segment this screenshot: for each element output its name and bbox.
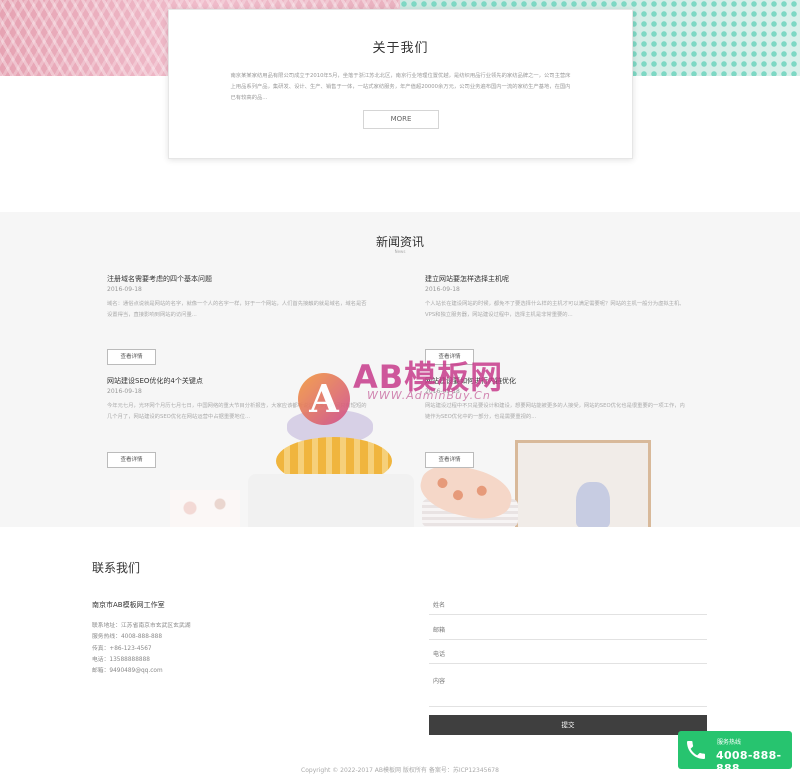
news-subtitle: News [394,249,406,254]
watermark-logo-icon: A [298,373,350,425]
about-card: 关于我们 南京某某家纺用品有限公司成立于2010年5月，坐落于浙江苏北北区，南京… [168,9,633,159]
white-cushion-decoration [248,474,414,527]
contact-hotline: 服务热线：4008-888-888 [92,634,163,641]
hotline-widget[interactable]: 服务热线 4008-888-888 [678,731,792,775]
news-item: 建立网站要怎样选择主机呢 2016-09-18 个人站长在建设网站的时候，都免不… [425,274,685,321]
contact-info: 联系地址：江苏省南京市玄武区玄武湖 服务热线：4008-888-888 传真：+… [92,621,191,677]
news-item-date: 2016-09-18 [107,286,142,293]
watermark-logo-letter: A [309,376,339,421]
hotline-label: 服务热线 [717,739,742,746]
news-item-summary: 网站建设过程中不只是要设计和建设，想要网站能被更多的人接受，网站的SEO优化也是… [425,403,685,420]
flower-decoration [170,490,240,527]
contact-phone: 电话：13588888888 [92,656,150,663]
contact-title: 联系我们 [92,561,141,575]
detail-button[interactable]: 查看详情 [107,452,156,468]
news-item-summary: 域名：通俗点说就是网站的名字，就像一个人的名字一样，好于一个网站，人们首先接触的… [107,301,367,318]
contact-address: 联系地址：江苏省南京市玄武区玄武湖 [92,623,191,629]
news-title: 新闻资讯 [375,235,424,249]
more-button[interactable]: MORE [363,110,439,129]
phone-icon [687,741,705,759]
submit-button[interactable]: 提交 [429,715,707,735]
news-item-title[interactable]: 注册域名需要考虑的四个基本问题 [107,274,367,284]
phone-field[interactable] [429,646,707,664]
news-item-date: 2016-09-18 [425,286,460,293]
email-field[interactable] [429,622,707,640]
detail-button[interactable]: 查看详情 [107,349,156,365]
about-title: 关于我们 [372,41,429,56]
news-item-title[interactable]: 建立网站要怎样选择主机呢 [425,274,685,284]
contact-fax: 传真：+86-123-4567 [92,645,152,652]
contact-email: 邮箱：9490489@qq.com [92,668,163,675]
news-item-summary: 个人站长在建设网站的时候，都免不了要选择什么样的主机才可以满足需要呢？网站的主机… [425,301,685,318]
message-field[interactable] [429,670,707,707]
hotline-number: 4008-888-888 [716,749,782,775]
name-field[interactable] [429,597,707,615]
detail-button[interactable]: 查看详情 [425,452,474,468]
news-item: 注册域名需要考虑的四个基本问题 2016-09-18 域名：通俗点说就是网站的名… [107,274,367,321]
about-text: 南京某某家纺用品有限公司成立于2010年5月，坐落于浙江苏北北区，南京行业地理位… [230,73,571,101]
frame-art-decoration [576,482,610,527]
watermark-url: WWW.AdminBuy.Cn [367,389,491,402]
company-name: 南京市AB模板网工作室 [92,601,165,609]
